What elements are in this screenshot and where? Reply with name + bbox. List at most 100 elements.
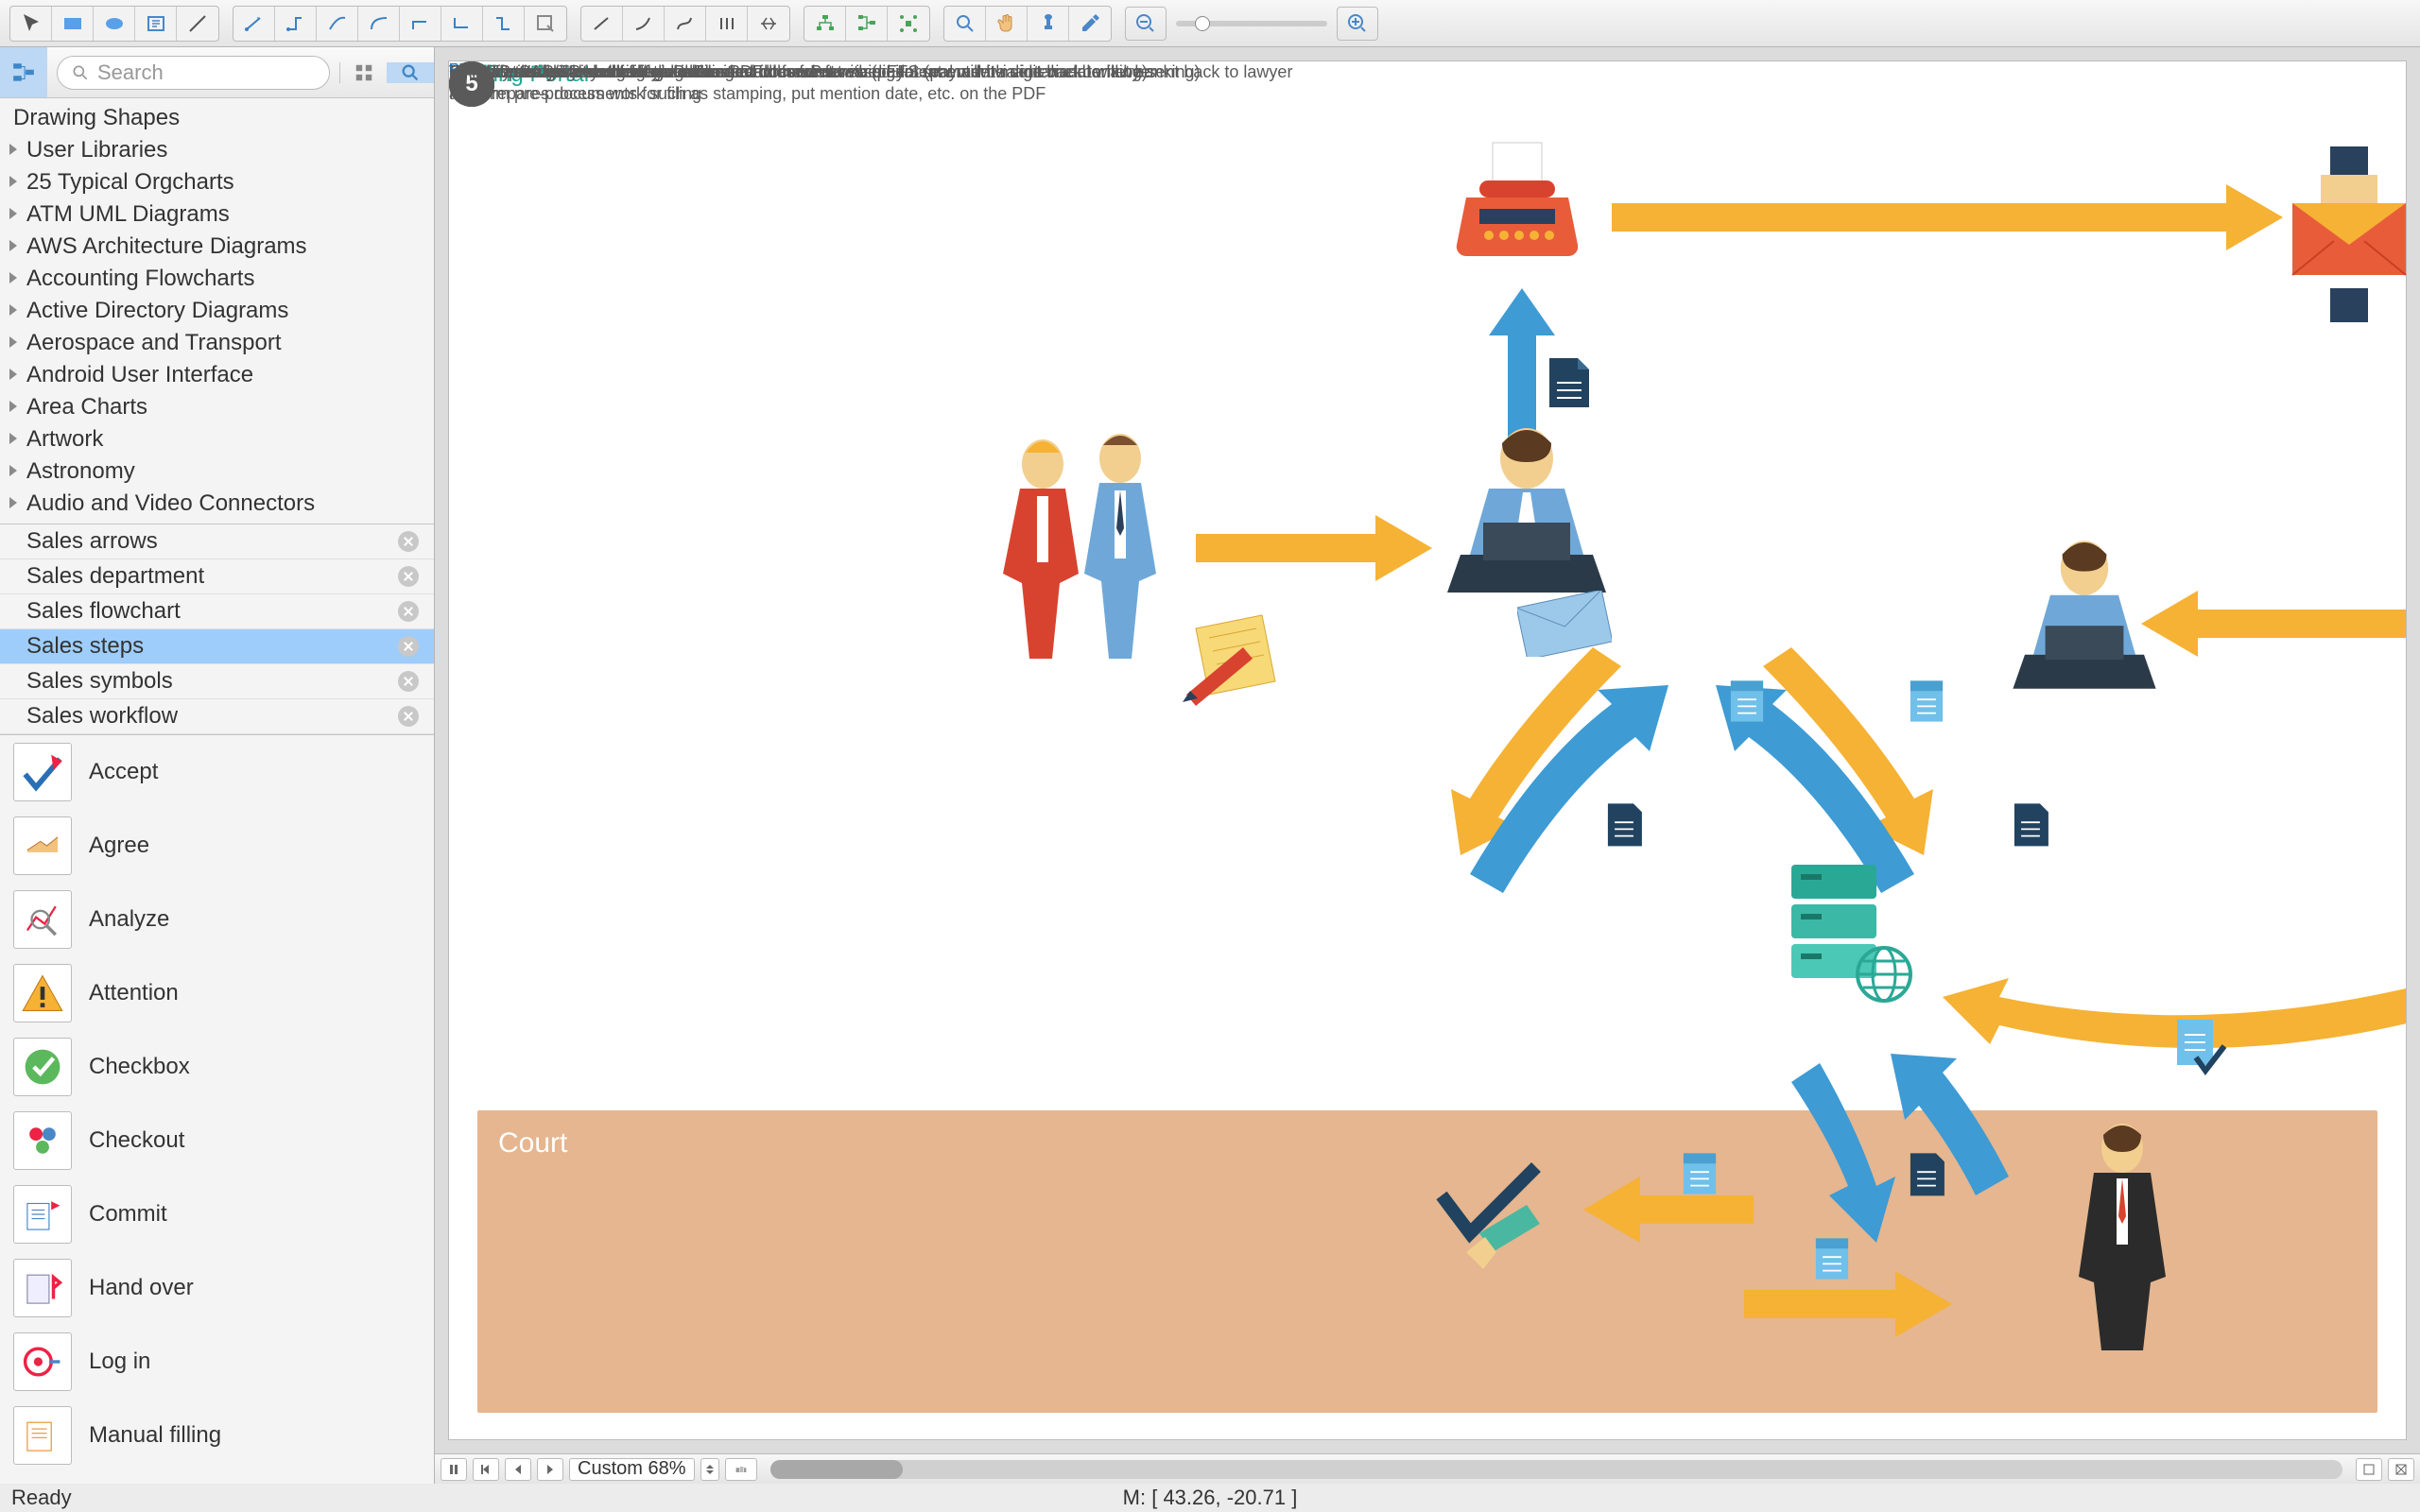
canvas-fit-1[interactable]	[2356, 1458, 2382, 1481]
horizontal-scrollbar[interactable]	[770, 1460, 2343, 1479]
tree-item[interactable]: Active Directory Diagrams	[0, 295, 434, 327]
status-bar: Ready M: [ 43.26, -20.71 ]	[0, 1484, 2420, 1512]
tree-item[interactable]: Android User Interface	[0, 359, 434, 391]
pan-tool[interactable]	[986, 7, 1028, 41]
tree-heading[interactable]: Drawing Shapes	[0, 102, 434, 134]
page-prev[interactable]	[505, 1458, 531, 1481]
page-first[interactable]	[473, 1458, 499, 1481]
text-tool[interactable]	[135, 7, 177, 41]
tree-item[interactable]: Accounting Flowcharts	[0, 263, 434, 295]
clerk-check-icon	[1423, 1148, 1555, 1280]
status-coordinates: M: [ 43.26, -20.71 ]	[1123, 1486, 1298, 1510]
drawing-canvas[interactable]: Court	[448, 60, 2407, 1440]
shape-label: Checkbox	[89, 1054, 190, 1080]
conn-style-1[interactable]	[581, 7, 623, 41]
conn-style-5[interactable]	[748, 7, 789, 41]
connector-curve[interactable]	[317, 7, 358, 41]
conn-style-2[interactable]	[623, 7, 665, 41]
pointer-tool[interactable]	[10, 7, 52, 41]
sartp-person-icon	[2066, 1120, 2179, 1356]
tree-item[interactable]: AWS Architecture Diagrams	[0, 231, 434, 263]
tree-item[interactable]: ATM UML Diagrams	[0, 198, 434, 231]
connector-direct[interactable]	[233, 7, 275, 41]
canvas-fit-2[interactable]	[2388, 1458, 2414, 1481]
shape-commit[interactable]: Commit	[0, 1177, 434, 1251]
tree-layout-1[interactable]	[804, 7, 846, 41]
tab-label: Sales steps	[26, 633, 144, 660]
library-search-input[interactable]: Search	[57, 56, 330, 90]
connector-ortho1[interactable]	[400, 7, 441, 41]
connector-multi[interactable]	[483, 7, 525, 41]
typewriter-icon	[1451, 137, 1583, 269]
shape-palette: Accept Agree Analyze Attention Checkbox …	[0, 734, 434, 1484]
tree-layout-2[interactable]	[846, 7, 888, 41]
page-navigation-bar: Custom 68%	[435, 1453, 2420, 1484]
eyedropper-tool[interactable]	[1069, 7, 1111, 41]
shape-accept[interactable]: Accept	[0, 735, 434, 809]
tree-item[interactable]: Astronomy	[0, 455, 434, 488]
open-library-tab[interactable]: Sales arrows	[0, 524, 434, 559]
tree-item[interactable]: User Libraries	[0, 134, 434, 166]
close-icon[interactable]	[398, 601, 419, 622]
document-pen-icon	[1177, 610, 1290, 713]
tree-item[interactable]: Aerospace and Transport	[0, 327, 434, 359]
close-icon[interactable]	[398, 706, 419, 727]
conn-style-4[interactable]	[706, 7, 748, 41]
shape-manual-filling[interactable]: Manual filling	[0, 1399, 434, 1472]
tree-item[interactable]: Audio and Video Connectors	[0, 488, 434, 520]
shape-analyze[interactable]: Analyze	[0, 883, 434, 956]
search-placeholder: Search	[97, 60, 164, 85]
stamp-tool[interactable]	[1028, 7, 1069, 41]
zoom-level-display[interactable]: Custom 68%	[569, 1458, 695, 1481]
pdf-icon	[1905, 676, 1948, 727]
ellipse-tool[interactable]	[94, 7, 135, 41]
conn-style-3[interactable]	[665, 7, 706, 41]
connector-ortho2[interactable]	[441, 7, 483, 41]
tree-item[interactable]: 25 Typical Orgcharts	[0, 166, 434, 198]
tree-item[interactable]: Area Charts	[0, 391, 434, 423]
library-search-toggle[interactable]	[387, 62, 434, 83]
tab-label: Sales workflow	[26, 703, 178, 730]
library-view-grid[interactable]	[339, 62, 387, 83]
line-tool[interactable]	[177, 7, 218, 41]
zoom-tool[interactable]	[944, 7, 986, 41]
page-next[interactable]	[537, 1458, 563, 1481]
open-library-tab[interactable]: Sales symbols	[0, 664, 434, 699]
tab-label: Sales arrows	[26, 528, 158, 555]
zoom-out-button[interactable]	[1125, 7, 1167, 41]
top-toolbar	[0, 0, 2420, 47]
shape-checkbox[interactable]: Checkbox	[0, 1030, 434, 1104]
shape-agree[interactable]: Agree	[0, 809, 434, 883]
connector-smart[interactable]	[275, 7, 317, 41]
open-library-tab[interactable]: Sales department	[0, 559, 434, 594]
lawyer-laptop-icon	[1432, 421, 1621, 610]
open-library-tab[interactable]: Sales steps	[0, 629, 434, 664]
page-pause[interactable]	[441, 1458, 467, 1481]
zoom-label: Custom 68%	[578, 1458, 686, 1480]
shape-label: Hand over	[89, 1275, 194, 1301]
shape-attention[interactable]: Attention	[0, 956, 434, 1030]
close-icon[interactable]	[398, 671, 419, 692]
connector-round[interactable]	[358, 7, 400, 41]
close-icon[interactable]	[398, 566, 419, 587]
shape-handover[interactable]: Hand over	[0, 1251, 434, 1325]
rect-tool[interactable]	[52, 7, 94, 41]
tree-item[interactable]: Artwork	[0, 423, 434, 455]
insert-object[interactable]	[525, 7, 566, 41]
page-tabs-toggle[interactable]	[725, 1458, 757, 1481]
close-icon[interactable]	[398, 636, 419, 657]
zoom-in-button[interactable]	[1337, 7, 1378, 41]
tree-layout-3[interactable]	[888, 7, 929, 41]
zoom-slider[interactable]	[1176, 21, 1327, 26]
shape-label: Agree	[89, 833, 149, 859]
close-icon[interactable]	[398, 531, 419, 552]
shape-login[interactable]: Log in	[0, 1325, 434, 1399]
status-ready: Ready	[11, 1486, 72, 1510]
library-view-tree[interactable]	[0, 47, 47, 97]
open-library-tab[interactable]: Sales workflow	[0, 699, 434, 734]
zoom-stepper[interactable]	[700, 1458, 719, 1481]
shape-checkout[interactable]: Checkout	[0, 1104, 434, 1177]
open-library-tab[interactable]: Sales flowchart	[0, 594, 434, 629]
step-text-5: SAR/TP to sign and digitally seal the PD…	[449, 61, 842, 83]
pdf-icon	[1546, 354, 1593, 411]
